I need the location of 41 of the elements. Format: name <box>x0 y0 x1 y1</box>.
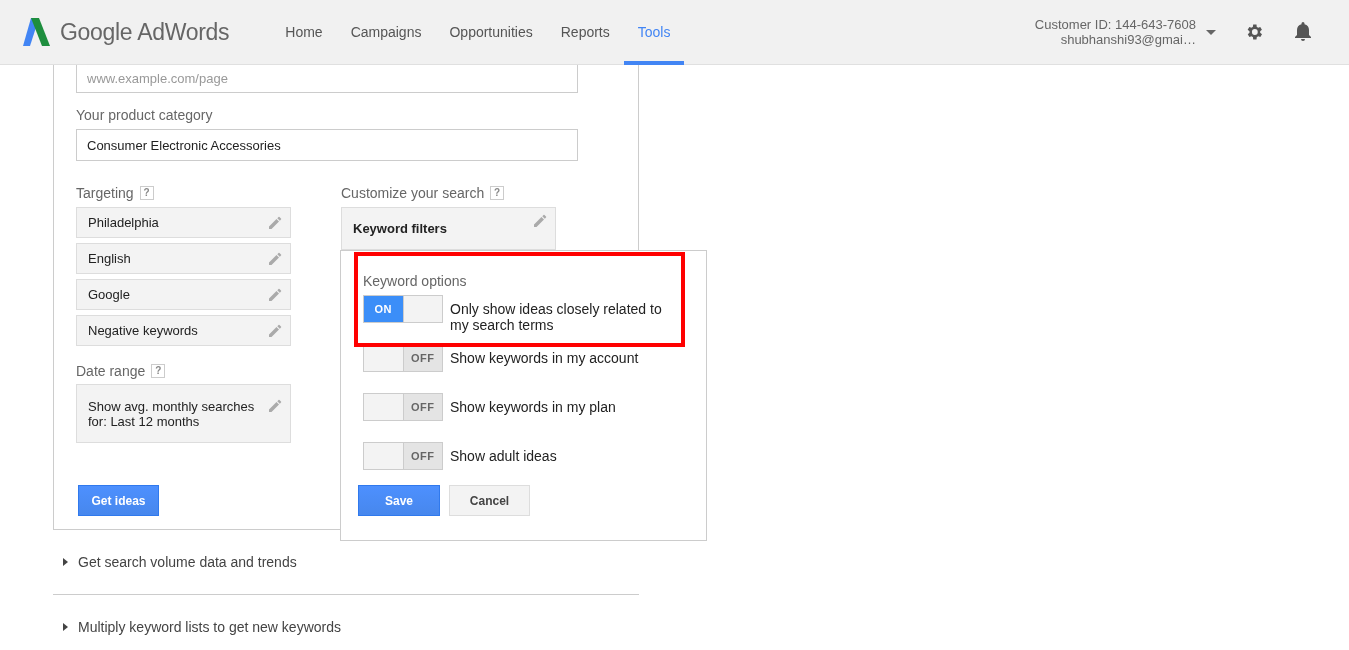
toggle-switch[interactable]: OFF <box>363 442 443 470</box>
help-icon[interactable]: ? <box>139 186 154 200</box>
targeting-item[interactable]: Google <box>76 279 291 310</box>
toggle-switch[interactable]: OFF <box>363 393 443 421</box>
section-label: Date range <box>76 363 146 379</box>
pencil-icon[interactable] <box>269 252 282 265</box>
product-category-field[interactable]: Consumer Electronic Accessories <box>76 129 578 161</box>
notification-bell-icon[interactable] <box>1293 21 1313 43</box>
section-label: Targeting <box>76 185 134 201</box>
help-icon[interactable]: ? <box>151 364 166 378</box>
pencil-icon[interactable] <box>269 216 282 229</box>
nav-tab[interactable]: Opportunities <box>435 0 547 65</box>
nav-tab[interactable]: Campaigns <box>336 0 436 65</box>
logo-text: Google AdWords <box>60 18 230 46</box>
nav-tab[interactable]: Reports <box>546 0 624 65</box>
pencil-icon[interactable] <box>269 288 282 301</box>
option-label: Show keywords in my account <box>450 350 640 366</box>
account-email: shubhanshi93@gmai… <box>1060 32 1196 47</box>
popup-title: Keyword options <box>363 273 468 289</box>
keyword-filters-button[interactable]: Keyword filters <box>341 207 556 250</box>
pencil-icon[interactable] <box>534 214 547 227</box>
help-icon[interactable]: ? <box>490 186 505 200</box>
section-label: Customize your search <box>341 185 485 201</box>
option-label: Show keywords in my plan <box>450 399 617 415</box>
date-range-box[interactable]: Show avg. monthly searches for: Last 12 months <box>76 384 291 443</box>
field-label: Your product category <box>76 107 214 123</box>
pencil-icon[interactable] <box>269 324 282 337</box>
option-label: Only show ideas closely related to my search terms <box>450 301 663 333</box>
url-field[interactable]: www.example.com/page <box>76 65 578 93</box>
toggle-switch[interactable]: OFF <box>363 344 443 372</box>
cancel-button[interactable]: Cancel <box>449 485 530 516</box>
targeting-item[interactable]: Negative keywords <box>76 315 291 346</box>
nav-tab[interactable]: Home <box>271 0 337 65</box>
caret-icon[interactable] <box>1206 29 1216 35</box>
expandable-section[interactable]: Get search volume data and trends <box>53 554 297 570</box>
customer-id: Customer ID: 144-643-7608 <box>1034 17 1196 32</box>
targeting-item[interactable]: English <box>76 243 291 274</box>
targeting-item[interactable]: Philadelphia <box>76 207 291 238</box>
option-label: Show adult ideas <box>450 448 558 464</box>
pencil-icon[interactable] <box>269 399 282 412</box>
expandable-section[interactable]: Multiply keyword lists to get new keywords <box>53 619 341 635</box>
